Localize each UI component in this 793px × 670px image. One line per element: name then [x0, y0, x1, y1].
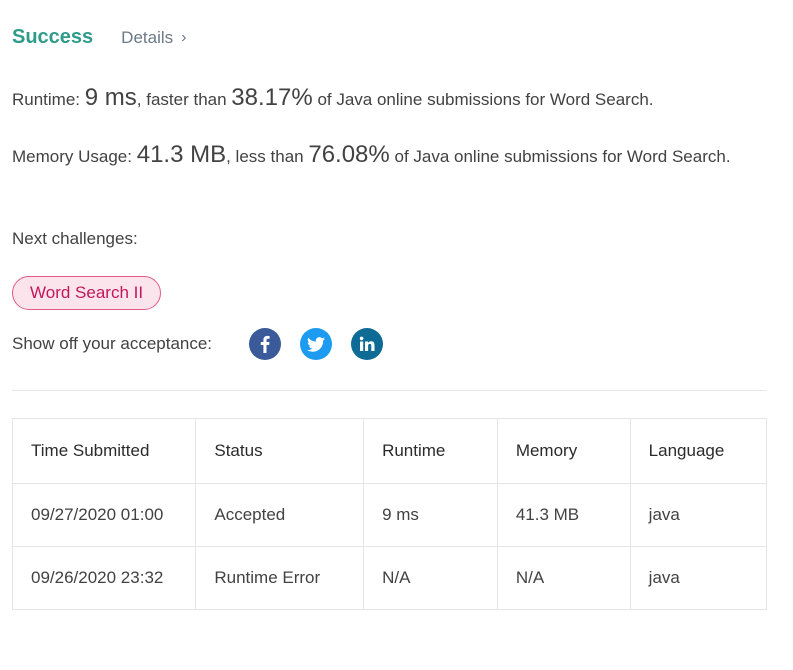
cell-status-runtime-error[interactable]: Runtime Error	[195, 546, 365, 610]
runtime-mid-text: , faster than	[136, 90, 227, 109]
memory-mid-text: , less than	[226, 147, 304, 166]
details-link[interactable]: Details ›	[121, 28, 186, 48]
cell-runtime: 9 ms	[363, 483, 498, 547]
memory-suffix: of Java online submissions for Word Sear…	[394, 147, 731, 166]
table-row: 09/27/2020 01:00 Accepted 9 ms 41.3 MB j…	[11, 483, 768, 547]
cell-runtime: N/A	[363, 546, 498, 610]
memory-percent: 76.08%	[308, 141, 390, 168]
chevron-right-icon: ›	[181, 28, 187, 46]
next-challenges-label: Next challenges:	[12, 229, 138, 248]
memory-stat: Memory Usage: 41.3 MB, less than 76.08% …	[12, 141, 752, 171]
divider	[12, 390, 767, 391]
submissions-table: Time Submitted Status Runtime Memory Lan…	[11, 418, 768, 610]
runtime-stat: Runtime: 9 ms, faster than 38.17% of Jav…	[12, 84, 654, 114]
twitter-share-button[interactable]	[300, 328, 333, 360]
twitter-icon	[307, 336, 326, 352]
cell-memory: N/A	[496, 546, 631, 610]
memory-label: Memory Usage:	[12, 147, 132, 166]
linkedin-share-button[interactable]	[351, 328, 384, 360]
cell-time: 09/26/2020 23:32	[11, 546, 197, 610]
header-time-submitted: Time Submitted	[11, 418, 197, 484]
share-row: Show off your acceptance:	[12, 328, 384, 360]
cell-language: java	[629, 546, 768, 610]
runtime-value: 9 ms	[84, 84, 137, 111]
runtime-label: Runtime:	[12, 90, 81, 109]
cell-status-accepted[interactable]: Accepted	[195, 483, 365, 547]
runtime-percent: 38.17%	[231, 84, 313, 111]
header-runtime: Runtime	[363, 418, 498, 484]
header-memory: Memory	[496, 418, 631, 484]
cell-memory: 41.3 MB	[496, 483, 631, 547]
cell-language: java	[629, 483, 768, 547]
result-header: Success Details ›	[12, 26, 186, 49]
challenge-tag-word-search-ii[interactable]: Word Search II	[12, 276, 162, 310]
header-language: Language	[629, 418, 768, 484]
success-status: Success	[12, 26, 94, 48]
facebook-share-button[interactable]	[249, 328, 282, 360]
memory-value: 41.3 MB	[136, 141, 227, 168]
table-header-row: Time Submitted Status Runtime Memory Lan…	[11, 418, 768, 484]
cell-time: 09/27/2020 01:00	[11, 483, 197, 547]
runtime-suffix: of Java online submissions for Word Sear…	[317, 90, 654, 109]
header-status: Status	[195, 418, 365, 484]
details-label: Details	[121, 27, 174, 47]
table-row: 09/26/2020 23:32 Runtime Error N/A N/A j…	[11, 546, 768, 610]
share-label: Show off your acceptance:	[12, 334, 213, 353]
linkedin-icon	[359, 336, 375, 351]
facebook-icon	[260, 335, 270, 353]
submission-result-page: Success Details › Runtime: 9 ms, faster …	[0, 0, 793, 670]
